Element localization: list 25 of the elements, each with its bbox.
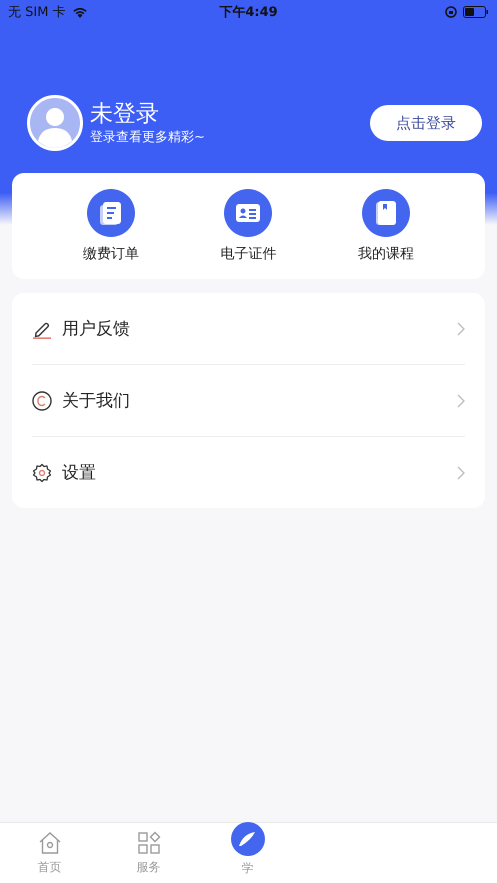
shortcut-item[interactable]: 缴费订单	[70, 189, 151, 263]
status-time: 下午4:49	[219, 4, 278, 21]
chevron-icon	[457, 394, 465, 408]
home-icon	[38, 830, 62, 854]
carrier-text: 无 SIM 卡	[8, 4, 66, 21]
id-card-icon	[224, 189, 272, 237]
grid-icon	[136, 830, 160, 854]
copyright-icon	[32, 390, 52, 410]
login-hint: 登录查看更多精彩~	[90, 129, 206, 147]
document-icon	[86, 189, 135, 237]
chevron-icon	[457, 322, 465, 336]
menu-item[interactable]: 关于我们	[32, 365, 465, 436]
wifi-icon	[72, 6, 88, 18]
menu-item[interactable]: 用户反馈	[32, 293, 465, 364]
book-icon	[362, 189, 410, 237]
menu-item[interactable]: 设置	[32, 437, 465, 508]
user-name: 未登录	[90, 100, 160, 129]
rotation-lock-icon	[445, 6, 457, 18]
settings-icon	[32, 462, 52, 482]
login-button[interactable]: 点击登录	[370, 105, 482, 141]
avatar-icon	[27, 95, 83, 151]
shortcut-item[interactable]: 我的课程	[346, 189, 426, 263]
chevron-icon	[457, 466, 465, 480]
battery-icon	[463, 6, 489, 18]
shortcut-item[interactable]: 电子证件	[208, 189, 288, 263]
